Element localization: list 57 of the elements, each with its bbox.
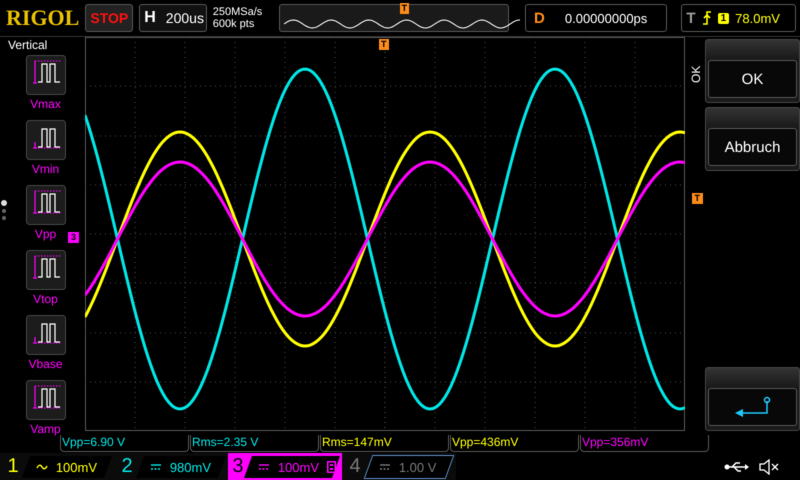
channel-number: 2 <box>120 455 134 478</box>
sample-rate: 250MSa/s <box>212 6 264 18</box>
measurement-readout: Rms=2.35 V <box>190 435 319 452</box>
measurement-button[interactable] <box>26 55 66 95</box>
measurement-button[interactable] <box>26 185 66 225</box>
page-dot[interactable] <box>2 216 6 220</box>
measurement-label: Vmin <box>32 162 60 176</box>
memory-depth: 600k pts <box>212 18 256 30</box>
channel-number: 3 <box>231 455 244 478</box>
menu-caption: OK <box>689 67 704 83</box>
menu-title: Vertical <box>7 38 48 52</box>
measurement-readout: Vpp=6.90 V <box>60 435 189 452</box>
trigger-display[interactable]: T 1 78.0mV <box>681 4 796 32</box>
measurement-label: Vbase <box>28 357 63 371</box>
dc-coupling-icon <box>258 462 270 470</box>
brand-logo: RIGOL <box>6 4 80 32</box>
trigger-position-marker: T <box>379 39 388 50</box>
delay-display[interactable]: D 0.00000000ps <box>525 4 668 32</box>
measurement-button[interactable] <box>26 380 66 420</box>
trigger-level-marker: T <box>692 193 703 204</box>
rising-edge-icon <box>702 11 712 25</box>
speaker-muted-icon <box>758 458 780 474</box>
page-dot[interactable] <box>1 200 7 206</box>
channel-tab[interactable]: 1 100mV <box>0 453 114 480</box>
usb-icon <box>724 460 750 472</box>
return-arrow-icon <box>732 396 772 418</box>
run-state-badge[interactable]: STOP <box>85 4 134 32</box>
dc-coupling-icon <box>150 462 162 470</box>
channel-tab[interactable]: 3 100mV <box>228 453 342 480</box>
channel-scale: 980mV <box>170 459 212 474</box>
measurement-readout: Rms=147mV <box>320 435 449 452</box>
softkey-button[interactable]: Abbruch <box>708 128 797 166</box>
channel-offset-marker: 3 <box>68 232 80 243</box>
measurement-label: Vmax <box>30 97 61 111</box>
timebase-display[interactable]: H 200us <box>139 4 207 32</box>
channel-tab[interactable]: 2 980mV <box>114 453 228 480</box>
channel-scale: 1.00 V <box>399 459 437 474</box>
channel-tab[interactable]: 4 1.00 V <box>342 453 456 480</box>
channel-scale: 100mV <box>56 459 98 474</box>
measurement-button[interactable] <box>26 315 66 355</box>
softkey-button[interactable]: OK <box>708 60 797 98</box>
channel-number: 1 <box>6 455 20 478</box>
ac-coupling-icon <box>36 462 48 470</box>
measurement-label: Vamp <box>30 422 61 436</box>
trigger-source-badge: 1 <box>718 12 730 24</box>
measurement-readout: Vpp=436mV <box>450 435 579 452</box>
measurement-label: Vtop <box>33 292 58 306</box>
measurement-label: Vpp <box>34 227 56 241</box>
back-button[interactable] <box>708 388 797 426</box>
dc-coupling-icon <box>379 462 391 470</box>
measurement-button[interactable] <box>26 120 66 160</box>
channel-number: 4 <box>348 455 362 478</box>
trigger-position-marker: T <box>400 3 410 14</box>
measurement-readout: Vpp=356mV <box>580 435 709 452</box>
channel-scale: 100mV <box>278 459 319 474</box>
measurement-button[interactable] <box>26 250 66 290</box>
page-dot[interactable] <box>2 209 6 213</box>
